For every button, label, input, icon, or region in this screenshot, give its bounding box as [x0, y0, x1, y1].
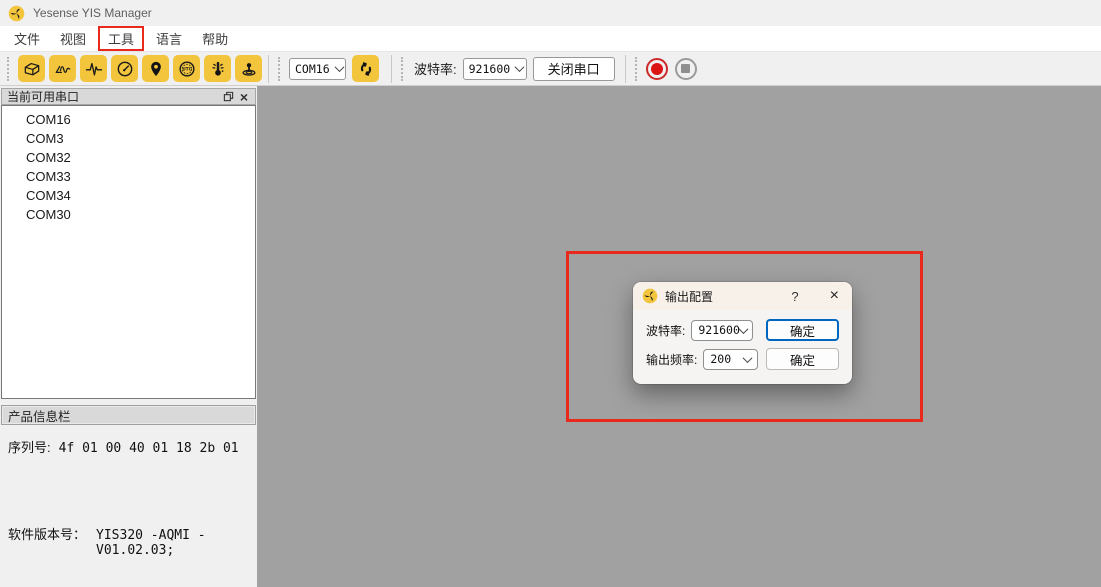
menu-bar: 文件 视图 工具 语言 帮助 [0, 26, 1101, 52]
menu-file[interactable]: 文件 [4, 26, 50, 51]
baud-rate-value: 921600 [469, 62, 511, 76]
dialog-baud-select[interactable]: 921600 [691, 320, 753, 341]
record-dot [651, 63, 663, 75]
dialog-output-rate-select[interactable]: 200 [703, 349, 758, 370]
serial-port-item[interactable]: COM3 [2, 129, 255, 148]
angle-wave-icon[interactable] [49, 55, 76, 82]
baud-rate-select[interactable]: 921600 [463, 58, 527, 80]
window-title: Yesense YIS Manager [33, 6, 152, 20]
3d-box-icon[interactable] [18, 55, 45, 82]
info-panel-title: 产品信息栏 [8, 406, 71, 425]
baud-ok-button[interactable]: 确定 [766, 319, 839, 341]
toolbar-separator [625, 55, 626, 83]
serial-number-label: 序列号: [8, 437, 51, 456]
software-version-label: 软件版本号： [8, 524, 86, 543]
toolbar: UTC COM16 [0, 52, 1101, 86]
close-panel-icon[interactable]: × [236, 90, 252, 104]
output-rate-row: 输出频率: 200 确定 [646, 348, 839, 370]
dialog-title-bar: 输出配置 ? × [633, 282, 852, 310]
toolbar-grip[interactable] [401, 57, 407, 81]
toolbar-separator [268, 55, 269, 83]
menu-view[interactable]: 视图 [50, 26, 96, 51]
dialog-title: 输出配置 [665, 288, 713, 305]
serial-port-item[interactable]: COM16 [2, 110, 255, 129]
serial-port-item[interactable]: COM33 [2, 167, 255, 186]
joystick-icon[interactable] [235, 55, 262, 82]
close-serial-button[interactable]: 关闭串口 [533, 57, 615, 81]
app-logo-icon [8, 5, 25, 22]
svg-text:UTC: UTC [182, 66, 191, 71]
serial-port-item[interactable]: COM30 [2, 205, 255, 224]
baud-rate-label: 波特率: [414, 59, 457, 78]
utc-clock-icon[interactable]: UTC [173, 55, 200, 82]
menu-tools[interactable]: 工具 [98, 26, 144, 51]
temperature-icon[interactable] [204, 55, 231, 82]
software-version-value: YIS320 -AQMI -V01.02.03; [96, 528, 257, 558]
location-pin-icon[interactable] [142, 55, 169, 82]
float-panel-icon[interactable] [220, 90, 236, 104]
chevron-down-icon [515, 62, 525, 72]
software-version-line: 软件版本号： YIS320 -AQMI -V01.02.03; [8, 524, 257, 558]
serial-port-item[interactable]: COM34 [2, 186, 255, 205]
dialog-output-rate-value: 200 [710, 352, 731, 366]
toolbar-separator [391, 55, 392, 83]
stop-icon[interactable] [675, 58, 697, 80]
title-bar: Yesense YIS Manager [0, 0, 1101, 26]
chevron-down-icon [743, 353, 753, 363]
product-info-area: 序列号: 4f 01 00 40 01 18 2b 01 软件版本号： YIS3… [0, 425, 257, 587]
serial-number-value: 4f 01 00 40 01 18 2b 01 [59, 441, 239, 456]
ports-panel-title: 当前可用串口 [7, 88, 79, 105]
dialog-body: 波特率: 921600 确定 输出频率: 200 确定 [633, 310, 852, 370]
dialog-close-icon[interactable]: × [827, 288, 842, 304]
port-select-value: COM16 [295, 62, 330, 76]
toolbar-grip[interactable] [278, 57, 284, 81]
body-area: 当前可用串口 × COM16COM3COM32COM33COM34COM30 产… [0, 86, 1101, 587]
ports-panel-header: 当前可用串口 × [1, 88, 256, 105]
serial-port-item[interactable]: COM32 [2, 148, 255, 167]
output-rate-ok-button[interactable]: 确定 [766, 348, 839, 370]
menu-language[interactable]: 语言 [146, 26, 192, 51]
record-icon[interactable] [646, 58, 668, 80]
dialog-help-button[interactable]: ? [787, 289, 802, 304]
stop-square [681, 64, 690, 73]
port-select[interactable]: COM16 [289, 58, 346, 80]
dialog-logo-icon [642, 288, 658, 304]
toolbar-grip[interactable] [635, 57, 641, 81]
dialog-baud-value: 921600 [698, 323, 740, 337]
output-config-dialog: 输出配置 ? × 波特率: 921600 确定 输出频率: 200 确定 [633, 282, 852, 384]
serial-port-list: COM16COM3COM32COM33COM34COM30 [1, 105, 256, 399]
refresh-ports-icon[interactable] [352, 55, 379, 82]
left-dock-panel: 当前可用串口 × COM16COM3COM32COM33COM34COM30 产… [0, 86, 257, 587]
info-panel-header: 产品信息栏 [1, 405, 256, 425]
chevron-down-icon [334, 62, 344, 72]
baud-rate-row: 波特率: 921600 确定 [646, 319, 839, 341]
menu-help[interactable]: 帮助 [192, 26, 238, 51]
gauge-icon[interactable] [111, 55, 138, 82]
pulse-wave-icon[interactable] [80, 55, 107, 82]
app-window: Yesense YIS Manager 文件 视图 工具 语言 帮助 [0, 0, 1101, 587]
serial-number-line: 序列号: 4f 01 00 40 01 18 2b 01 [8, 437, 257, 456]
toolbar-grip[interactable] [7, 57, 13, 81]
dialog-output-rate-label: 输出频率: [646, 351, 697, 368]
dialog-baud-label: 波特率: [646, 322, 685, 339]
